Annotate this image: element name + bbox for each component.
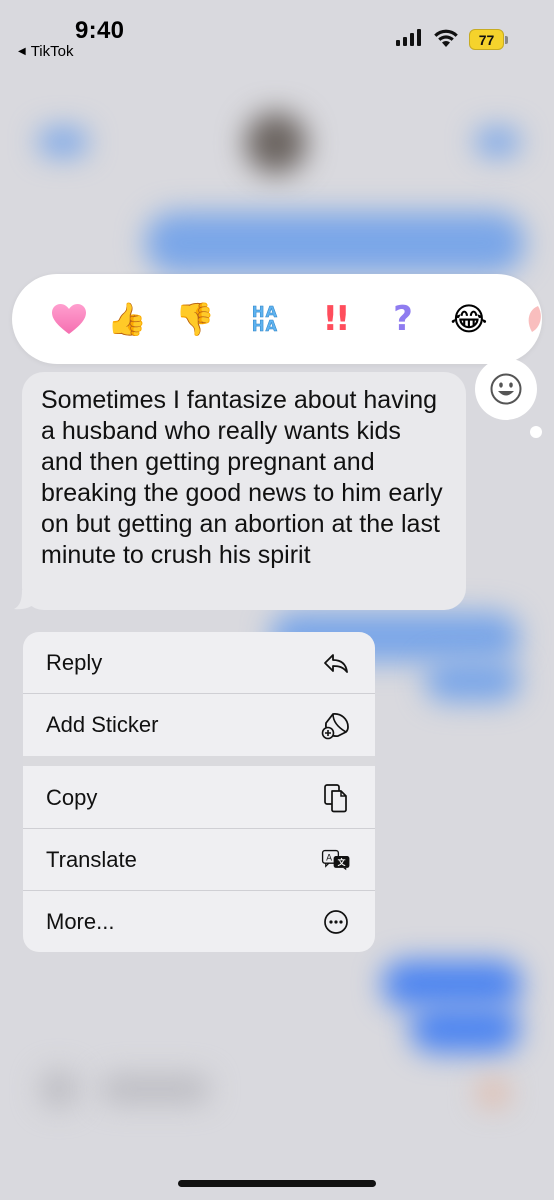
menu-item-label: More... bbox=[46, 908, 115, 934]
menu-item-translate[interactable]: Translate A 文 bbox=[23, 829, 375, 890]
apps-button-blurred bbox=[40, 1070, 78, 1108]
back-button-blurred bbox=[38, 128, 88, 156]
menu-item-label: Translate bbox=[46, 846, 137, 872]
svg-text:文: 文 bbox=[338, 857, 346, 867]
heart-icon bbox=[52, 304, 86, 334]
tapback-reaction-bar: 👍 👎 HA HA !! ? 😂 bbox=[12, 274, 542, 364]
back-app-label: TikTok bbox=[30, 43, 74, 60]
haha-icon: HA HA bbox=[251, 303, 279, 335]
question-mark-icon: ? bbox=[393, 299, 413, 339]
menu-item-more[interactable]: More... bbox=[23, 891, 375, 952]
smiley-icon bbox=[490, 373, 522, 405]
thumbs-up-icon: 👍 bbox=[107, 301, 147, 337]
reply-arrow-icon bbox=[321, 648, 351, 678]
sent-bubble-blurred bbox=[382, 960, 522, 1008]
reaction-bar-tail-dot bbox=[530, 426, 542, 438]
menu-item-copy[interactable]: Copy bbox=[23, 767, 375, 828]
menu-item-reply[interactable]: Reply bbox=[23, 632, 375, 693]
tapback-question[interactable]: ? bbox=[382, 298, 424, 340]
copy-icon bbox=[321, 783, 351, 813]
message-bubble: Sometimes I fantasize about having a hus… bbox=[22, 372, 466, 610]
mic-button-blurred bbox=[478, 1080, 508, 1106]
status-time: 9:40 bbox=[75, 17, 125, 44]
menu-item-label: Reply bbox=[46, 649, 103, 675]
laughing-face-icon: 😂 bbox=[450, 301, 488, 337]
status-bar: 9:40 ◀ TikTok 77 bbox=[0, 0, 554, 70]
wifi-icon bbox=[434, 29, 458, 47]
back-to-app-link[interactable]: ◀ TikTok bbox=[18, 43, 73, 60]
sent-bubble-blurred bbox=[425, 660, 520, 702]
ellipsis-circle-icon bbox=[321, 907, 351, 937]
thumbs-down-icon: 👎 bbox=[175, 301, 215, 337]
tapback-haha[interactable]: HA HA bbox=[244, 298, 286, 340]
svg-text:A: A bbox=[326, 853, 332, 863]
back-triangle-icon: ◀ bbox=[18, 46, 26, 57]
menu-item-label: Add Sticker bbox=[46, 711, 159, 737]
tapback-laughing[interactable]: 😂 bbox=[448, 298, 490, 340]
menu-group-divider bbox=[23, 756, 375, 766]
home-indicator[interactable] bbox=[178, 1180, 376, 1187]
menu-item-label: Copy bbox=[46, 784, 98, 810]
battery-tip bbox=[505, 35, 508, 44]
menu-item-add-sticker[interactable]: Add Sticker bbox=[23, 694, 375, 755]
sent-bubble-blurred bbox=[410, 1005, 520, 1053]
contact-avatar-blurred bbox=[245, 112, 307, 174]
message-text: Sometimes I fantasize about having a hus… bbox=[41, 386, 443, 569]
tapback-emphasis[interactable]: !! bbox=[314, 298, 356, 340]
tapback-heart[interactable] bbox=[48, 298, 90, 340]
message-context-menu: Reply Add Sticker Copy Translate A 文 Mor… bbox=[23, 632, 375, 952]
add-sticker-icon bbox=[321, 710, 351, 740]
input-field-blurred bbox=[100, 1075, 210, 1103]
cellular-signal-icon bbox=[396, 28, 421, 46]
partial-emoji-icon bbox=[528, 306, 541, 332]
double-exclamation-icon: !! bbox=[322, 299, 350, 339]
tapback-more-emoji[interactable] bbox=[512, 298, 542, 340]
battery-level: 77 bbox=[469, 29, 504, 50]
battery-indicator: 77 bbox=[469, 29, 508, 50]
tapback-thumbs-down[interactable]: 👎 bbox=[174, 298, 216, 340]
sent-bubble-blurred bbox=[145, 212, 525, 274]
emoji-picker-button[interactable] bbox=[475, 358, 537, 420]
tapback-thumbs-up[interactable]: 👍 bbox=[106, 298, 148, 340]
translate-icon: A 文 bbox=[321, 845, 351, 875]
video-button-blurred bbox=[475, 128, 520, 156]
